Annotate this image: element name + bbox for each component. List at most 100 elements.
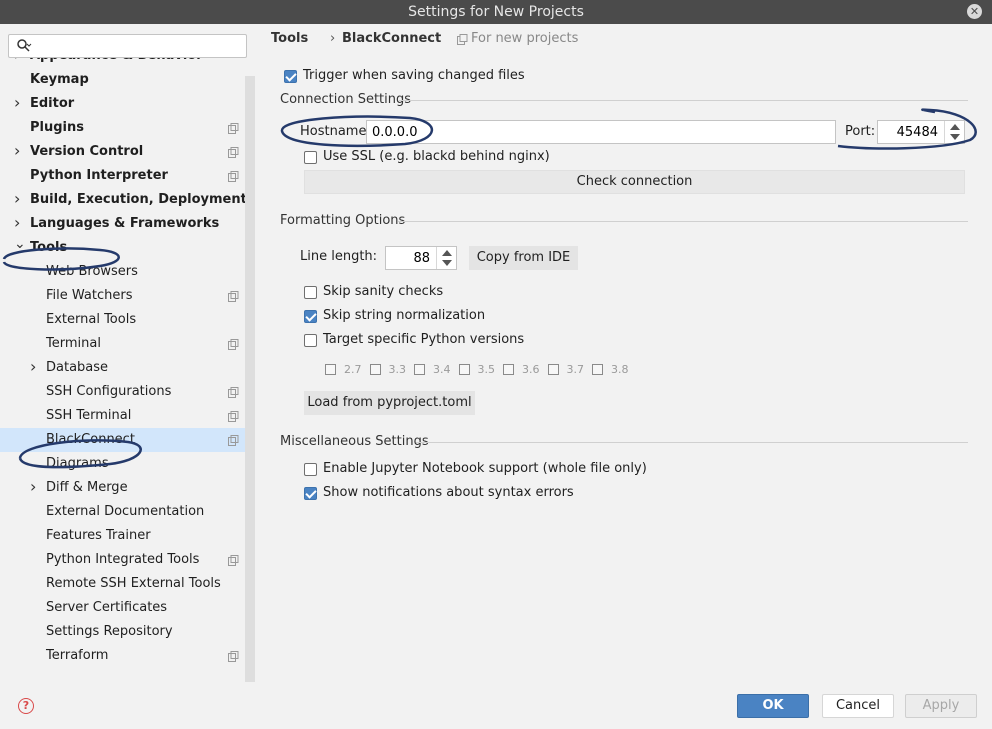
python-version-checkbox[interactable] — [547, 364, 559, 375]
tree-item-external-tools[interactable]: External Tools — [0, 308, 245, 332]
line-length-spin-arrows[interactable] — [436, 247, 456, 269]
formatting-section-title: Formatting Options — [280, 213, 406, 228]
jupyter-label: Enable Jupyter Notebook support (whole f… — [323, 461, 647, 476]
chevron-right-icon[interactable]: › — [14, 139, 20, 163]
use-ssl-label: Use SSL (e.g. blackd behind nginx) — [323, 149, 550, 164]
tree-scrollbar[interactable] — [245, 76, 255, 682]
tree-item-label: External Tools — [46, 312, 137, 327]
tree-item-diff-merge[interactable]: › Diff & Merge — [0, 476, 245, 500]
python-versions-row: 2.7 3.3 3.4 3.5 3.6 3.7 3.8 — [325, 363, 645, 379]
close-icon[interactable]: ✕ — [967, 4, 982, 19]
tree-item-label: Keymap — [30, 72, 89, 87]
python-version-checkbox[interactable] — [503, 364, 514, 375]
python-version-label: 3.8 — [611, 363, 629, 376]
skip-string-checkbox[interactable] — [304, 310, 317, 323]
spin-down-icon[interactable] — [442, 260, 452, 266]
tree-item-label: Appearance & Behavior — [30, 58, 203, 68]
python-version-label: 2.7 — [344, 363, 362, 376]
tree-item-label: Diagrams — [46, 456, 109, 471]
tree-item-features-trainer[interactable]: Features Trainer — [0, 524, 245, 548]
spin-up-icon[interactable] — [950, 124, 960, 130]
tree-item-label: Version Control — [30, 144, 144, 159]
tree-item-label: SSH Terminal — [46, 408, 132, 423]
help-icon[interactable]: ? — [18, 698, 34, 714]
jupyter-checkbox[interactable] — [304, 463, 317, 476]
copy-icon — [228, 435, 239, 446]
copy-icon — [228, 555, 239, 566]
cancel-button[interactable]: Cancel — [822, 694, 894, 718]
tree-item-diagrams[interactable]: Diagrams — [0, 452, 245, 476]
tree-item-terminal[interactable]: Terminal — [0, 332, 245, 356]
tree-item-keymap[interactable]: Keymap — [0, 68, 245, 92]
settings-search-box[interactable] — [8, 34, 247, 58]
tree-item-database[interactable]: › Database — [0, 356, 245, 380]
tree-item-external-documentation[interactable]: External Documentation — [0, 500, 245, 524]
search-icon — [17, 39, 32, 52]
tree-item-file-watchers[interactable]: File Watchers — [0, 284, 245, 308]
notifications-label: Show notifications about syntax errors — [323, 485, 574, 500]
tree-item-plugins[interactable]: Plugins — [0, 116, 245, 140]
tree-item-web-browsers[interactable]: Web Browsers — [0, 260, 245, 284]
python-version-checkbox[interactable] — [414, 364, 425, 375]
search-input[interactable] — [33, 37, 243, 55]
section-divider — [399, 100, 968, 101]
tree-item-blackconnect[interactable]: BlackConnect — [0, 428, 245, 452]
tree-item-server-certificates[interactable]: Server Certificates — [0, 596, 245, 620]
tree-item-appearance-behavior[interactable]: › Appearance & Behavior — [0, 58, 245, 68]
use-ssl-checkbox[interactable] — [304, 151, 317, 164]
ok-button[interactable]: OK — [737, 694, 809, 718]
copy-from-ide-button[interactable]: Copy from IDE — [469, 246, 578, 270]
port-spin-arrows[interactable] — [944, 121, 964, 143]
tree-item-version-control[interactable]: › Version Control — [0, 140, 245, 164]
window-title-bar: Settings for New Projects — [0, 0, 992, 24]
misc-section-title: Miscellaneous Settings — [280, 434, 429, 449]
python-version-checkbox[interactable] — [325, 364, 336, 375]
tree-item-python-interpreter[interactable]: Python Interpreter — [0, 164, 245, 188]
python-version-checkbox[interactable] — [458, 364, 470, 375]
tree-item-label: SSH Configurations — [46, 384, 172, 399]
tree-item-label: Languages & Frameworks — [30, 216, 220, 231]
python-version-label: 3.4 — [433, 363, 451, 376]
chevron-down-icon[interactable]: ⌄ — [14, 232, 26, 256]
tree-item-label: BlackConnect — [46, 432, 135, 447]
tree-item-ssh-configurations[interactable]: SSH Configurations — [0, 380, 245, 404]
python-version-checkbox[interactable] — [369, 364, 381, 375]
tree-item-label: Features Trainer — [46, 528, 151, 543]
tree-item-build-execution-deployment[interactable]: › Build, Execution, Deployment — [0, 188, 245, 212]
tree-item-languages-frameworks[interactable]: › Languages & Frameworks — [0, 212, 245, 236]
python-version-checkbox[interactable] — [592, 364, 603, 375]
tree-item-terraform[interactable]: Terraform — [0, 644, 245, 668]
tree-item-python-integrated-tools[interactable]: Python Integrated Tools — [0, 548, 245, 572]
tree-item-tools[interactable]: ⌄ Tools — [0, 236, 245, 260]
chevron-right-icon[interactable]: › — [14, 187, 20, 211]
python-version-label: 3.6 — [522, 363, 540, 376]
check-connection-button[interactable]: Check connection — [304, 170, 965, 194]
tree-item-remote-ssh-external-tools[interactable]: Remote SSH External Tools — [0, 572, 245, 596]
load-pyproject-button[interactable]: Load from pyproject.toml — [304, 391, 475, 415]
line-length-stepper[interactable] — [385, 246, 457, 270]
skip-sanity-checkbox[interactable] — [304, 286, 317, 299]
tree-item-settings-repository[interactable]: Settings Repository — [0, 620, 245, 644]
chevron-right-icon[interactable]: › — [30, 475, 36, 499]
tree-item-label: Diff & Merge — [46, 480, 128, 495]
tree-item-label: Terminal — [46, 336, 101, 351]
hostname-input[interactable] — [367, 121, 835, 143]
chevron-right-icon[interactable]: › — [30, 355, 36, 379]
breadcrumb-parent[interactable]: Tools — [271, 30, 308, 48]
copy-icon — [228, 171, 239, 182]
tree-item-label: Server Certificates — [46, 600, 168, 615]
target-versions-checkbox[interactable] — [304, 334, 317, 347]
tree-item-ssh-terminal[interactable]: SSH Terminal — [0, 404, 245, 428]
chevron-right-icon[interactable]: › — [14, 58, 20, 67]
hostname-field[interactable] — [366, 120, 836, 144]
tree-item-editor[interactable]: › Editor — [0, 92, 245, 116]
tree-item-label: Web Browsers — [46, 264, 138, 279]
spin-up-icon[interactable] — [442, 250, 452, 256]
notifications-checkbox[interactable] — [304, 487, 317, 500]
tree-item-label: Terraform — [46, 648, 109, 663]
apply-button[interactable]: Apply — [905, 694, 977, 718]
port-stepper[interactable] — [877, 120, 965, 144]
chevron-right-icon[interactable]: › — [14, 91, 20, 115]
spin-down-icon[interactable] — [950, 134, 960, 140]
trigger-checkbox[interactable] — [284, 70, 297, 83]
